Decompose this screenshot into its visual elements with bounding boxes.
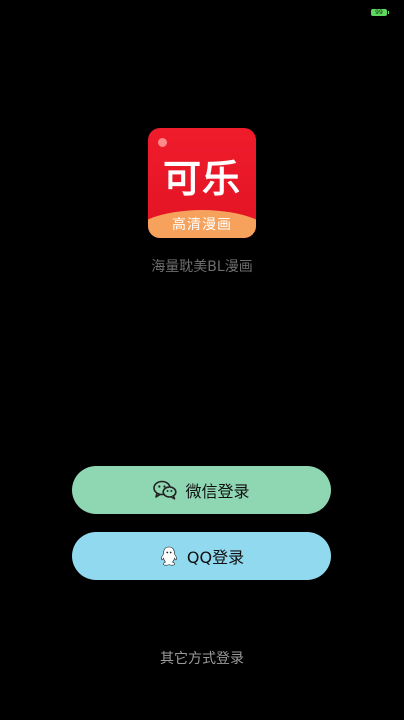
logo-dot <box>158 138 167 147</box>
wechat-login-label: 微信登录 <box>185 482 250 501</box>
battery-icon: 99 <box>371 9 389 16</box>
app-tagline: 海量耽美BL漫画 <box>151 259 253 275</box>
other-login-link[interactable]: 其它方式登录 <box>0 648 404 668</box>
qq-login-button[interactable]: QQ登录 <box>72 532 331 580</box>
logo-subtitle: 高清漫画 <box>172 217 232 233</box>
wechat-icon <box>153 480 178 500</box>
qq-login-label: QQ登录 <box>186 548 245 567</box>
logo-title: 可乐 <box>162 157 241 201</box>
app-logo: 可乐 高清漫画 <box>148 128 256 238</box>
status-bar: 99 <box>0 0 404 22</box>
qq-icon <box>159 545 179 567</box>
wechat-login-button[interactable]: 微信登录 <box>72 466 331 514</box>
